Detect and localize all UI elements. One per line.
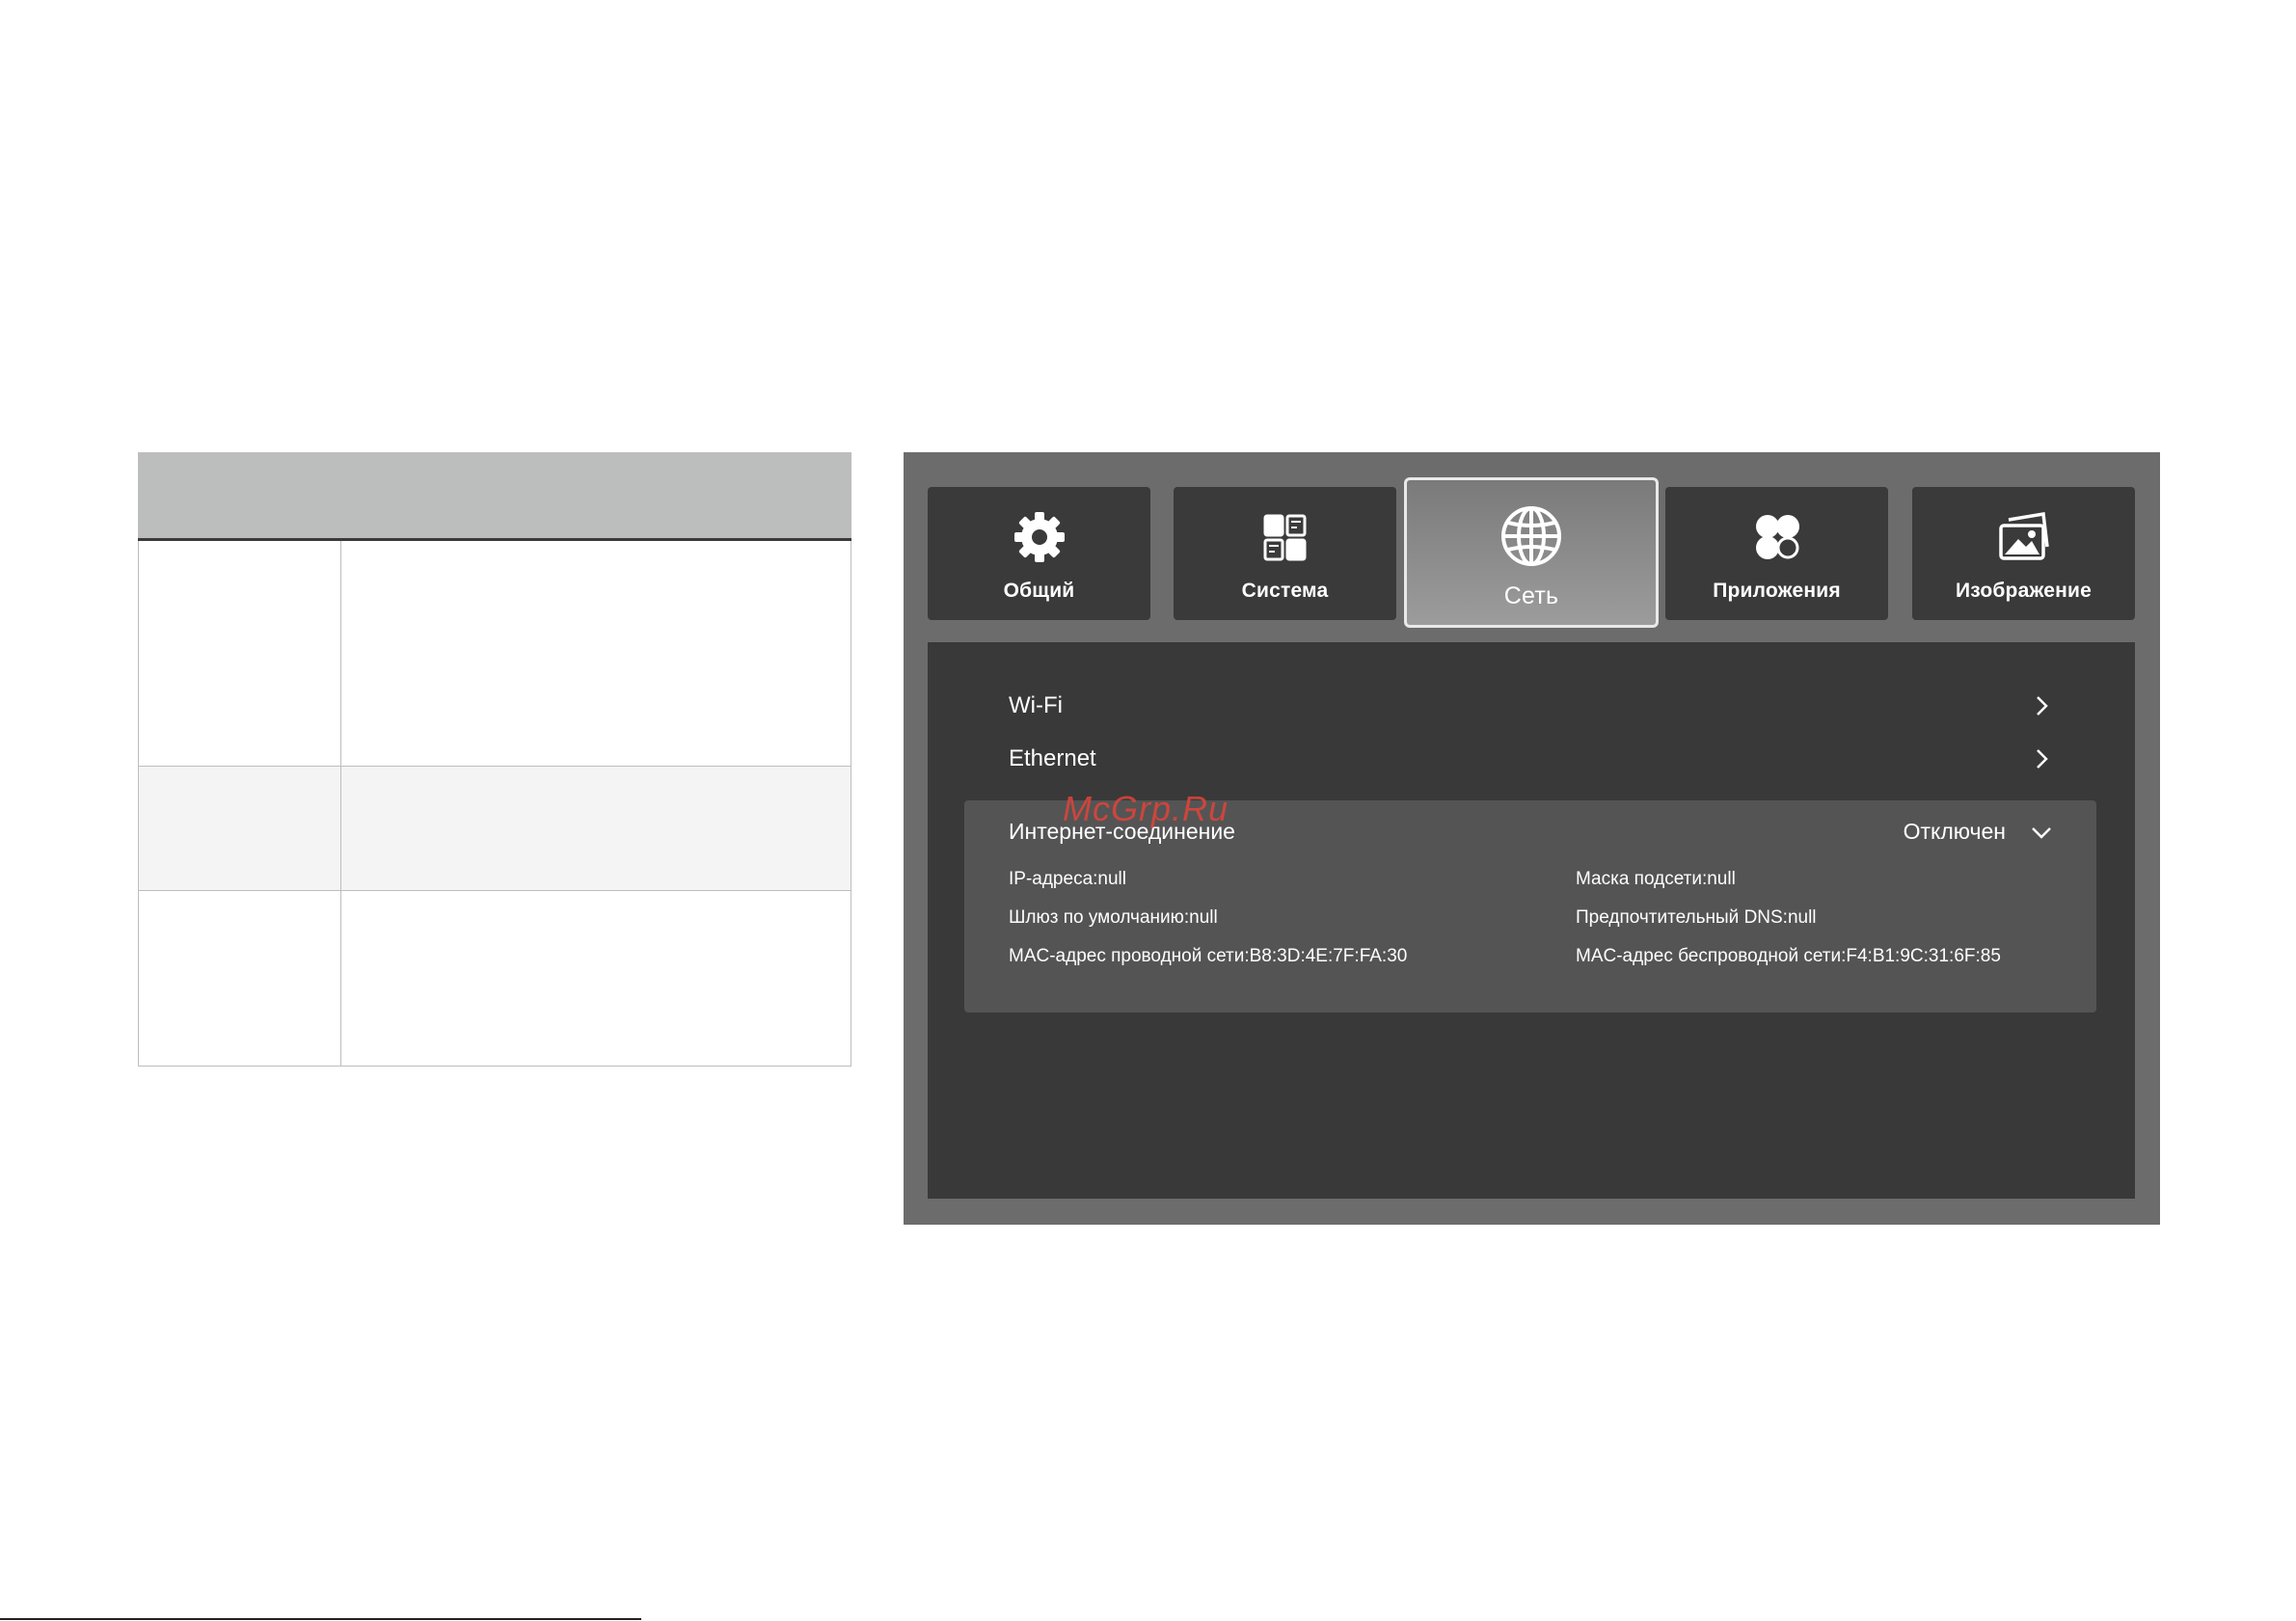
chevron-right-icon xyxy=(2037,696,2048,716)
document-table xyxy=(138,452,851,1067)
tab-image[interactable]: Изображение xyxy=(1912,487,2135,620)
tab-system[interactable]: Система xyxy=(1174,487,1396,620)
tab-general[interactable]: Общий xyxy=(928,487,1150,620)
tv-settings-screen: Общий Система Сеть Приложения Изображени… xyxy=(904,452,2160,1225)
ethernet-menu-item[interactable]: Ethernet xyxy=(1009,735,2054,783)
wifi-menu-item[interactable]: Wi-Fi xyxy=(1009,682,2054,730)
footer-divider xyxy=(0,1618,641,1620)
chevron-right-icon xyxy=(2037,749,2048,769)
tab-label: Приложения xyxy=(1713,580,1841,602)
table-row xyxy=(138,890,851,1067)
default-gateway-info: Шлюз по умолчанию:null xyxy=(1009,907,1218,928)
image-icon xyxy=(1998,511,2049,560)
connection-status: Отключен xyxy=(1903,819,2006,844)
tab-label: Сеть xyxy=(1503,582,1559,609)
chevron-down-icon[interactable] xyxy=(2029,820,2054,845)
table-header-row xyxy=(138,452,851,541)
watermark: McGrp.Ru xyxy=(1063,789,1229,828)
tab-apps[interactable]: Приложения xyxy=(1665,487,1888,620)
tab-label: Система xyxy=(1241,580,1329,602)
tab-network[interactable]: Сеть xyxy=(1404,477,1659,628)
tab-label: Изображение xyxy=(1955,580,2093,602)
globe-icon xyxy=(1501,506,1561,566)
ip-address-info: IP-адреса:null xyxy=(1009,869,1126,889)
wireless-mac-info: MAC-адрес беспроводной сети:F4:B1:9C:31:… xyxy=(1576,946,2001,966)
table-cell xyxy=(340,539,851,767)
table-header-cell xyxy=(340,452,851,541)
table-cell xyxy=(340,890,851,1067)
table-row xyxy=(138,539,851,767)
system-grid-icon xyxy=(1263,514,1306,561)
preferred-dns-info: Предпочтительный DNS:null xyxy=(1576,907,1817,928)
gear-icon xyxy=(1013,512,1065,562)
wired-mac-info: MAC-адрес проводной сети:B8:3D:4E:7F:FA:… xyxy=(1009,946,1408,966)
table-cell xyxy=(138,890,341,1067)
menu-item-label: Ethernet xyxy=(1009,745,1096,771)
apps-icon xyxy=(1755,515,1799,559)
network-settings-panel: Wi-Fi Ethernet Интернет-соединение Отклю… xyxy=(928,642,2135,1199)
subnet-mask-info: Маска подсети:null xyxy=(1576,869,1736,889)
table-row xyxy=(138,766,851,891)
tab-label: Общий xyxy=(1003,580,1075,602)
internet-connection-card[interactable]: Интернет-соединение Отключен IP-адреса:n… xyxy=(964,800,2096,1013)
table-cell xyxy=(138,766,341,891)
menu-item-label: Wi-Fi xyxy=(1009,692,1063,718)
table-cell xyxy=(138,539,341,767)
table-header-cell xyxy=(138,452,341,541)
table-cell xyxy=(340,766,851,891)
